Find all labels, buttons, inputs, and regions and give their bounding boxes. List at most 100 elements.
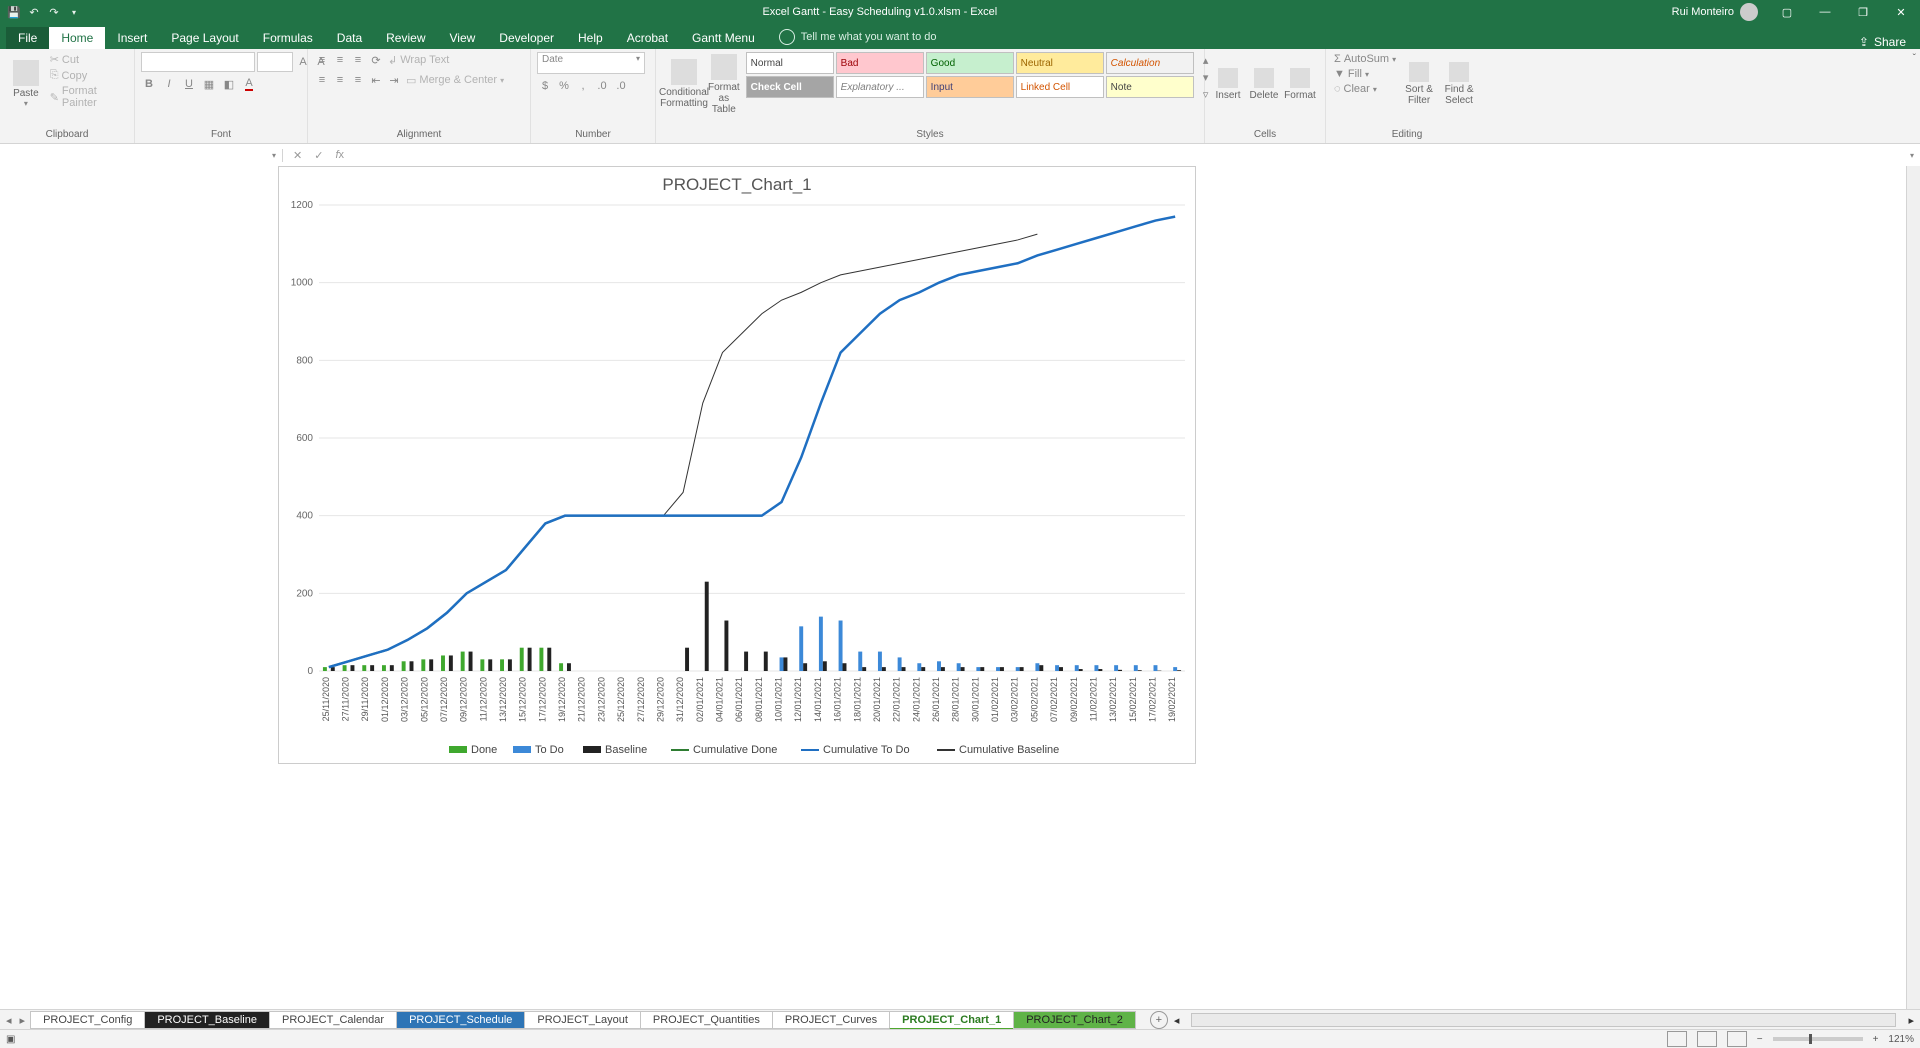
horizontal-scrollbar[interactable] [1191, 1013, 1896, 1027]
chart-object[interactable]: PROJECT_Chart_1 02004006008001000120025/… [278, 166, 1196, 764]
cell-style-normal[interactable]: Normal [746, 52, 834, 74]
macro-record-icon[interactable]: ▣ [6, 1034, 15, 1045]
page-layout-view-icon[interactable] [1697, 1031, 1717, 1047]
minimize-icon[interactable]: — [1806, 0, 1844, 24]
fill-button[interactable]: ▼Fill▾ [1332, 67, 1398, 81]
format-as-table-button[interactable]: Format as Table [708, 52, 740, 116]
format-cells-button[interactable]: Format [1283, 52, 1317, 116]
tab-formulas[interactable]: Formulas [251, 27, 325, 49]
align-center-icon[interactable]: ≡ [332, 72, 348, 88]
font-family-dropdown[interactable] [141, 52, 255, 72]
new-sheet-button[interactable]: + [1150, 1011, 1168, 1029]
percent-format-icon[interactable]: % [556, 78, 572, 94]
fx-icon[interactable]: fx [335, 149, 344, 161]
decrease-indent-icon[interactable]: ⇤ [368, 72, 384, 88]
cell-style-note[interactable]: Note [1106, 76, 1194, 98]
font-color-button[interactable]: A [241, 76, 257, 92]
cell-style-good[interactable]: Good [926, 52, 1014, 74]
cell-style-input[interactable]: Input [926, 76, 1014, 98]
zoom-level[interactable]: 121% [1888, 1034, 1914, 1045]
bold-button[interactable]: B [141, 76, 157, 92]
redo-icon[interactable]: ↷ [44, 2, 64, 22]
sheet-tab-layout[interactable]: PROJECT_Layout [524, 1011, 640, 1029]
underline-button[interactable]: U [181, 76, 197, 92]
expand-formula-bar-icon[interactable]: ▾ [1910, 151, 1920, 160]
scroll-left-icon[interactable]: ◂ [1174, 1014, 1180, 1027]
fill-color-button[interactable]: ◧ [221, 76, 237, 92]
increase-indent-icon[interactable]: ⇥ [386, 72, 402, 88]
save-icon[interactable]: 💾 [4, 2, 24, 22]
italic-button[interactable]: I [161, 76, 177, 92]
cell-style-linked-cell[interactable]: Linked Cell [1016, 76, 1104, 98]
sheet-tab-schedule[interactable]: PROJECT_Schedule [396, 1011, 525, 1029]
prev-sheet-icon[interactable]: ◂ [6, 1014, 12, 1027]
sheet-tab-chart-1[interactable]: PROJECT_Chart_1 [889, 1011, 1014, 1030]
tab-view[interactable]: View [438, 27, 488, 49]
clear-button[interactable]: ◌Clear▾ [1332, 82, 1398, 96]
copy-button[interactable]: ⎘Copy [48, 68, 128, 83]
decrease-decimal-icon[interactable]: .0 [613, 78, 629, 94]
tab-data[interactable]: Data [325, 27, 374, 49]
sheet-tab-calendar[interactable]: PROJECT_Calendar [269, 1011, 397, 1029]
wrap-text-button[interactable]: ↲Wrap Text [386, 53, 451, 68]
insert-cells-button[interactable]: Insert [1211, 52, 1245, 116]
align-bottom-icon[interactable]: ≡ [350, 52, 366, 68]
normal-view-icon[interactable] [1667, 1031, 1687, 1047]
cancel-formula-icon[interactable]: ✕ [293, 149, 302, 162]
align-middle-icon[interactable]: ≡ [332, 52, 348, 68]
close-icon[interactable]: ✕ [1882, 0, 1920, 24]
orientation-icon[interactable]: ⟳ [368, 52, 384, 68]
page-break-view-icon[interactable] [1727, 1031, 1747, 1047]
name-box[interactable]: ▾ [0, 149, 283, 162]
sheet-tab-baseline[interactable]: PROJECT_Baseline [144, 1011, 270, 1029]
scroll-right-icon[interactable]: ▸ [1908, 1014, 1914, 1027]
sheet-tab-quantities[interactable]: PROJECT_Quantities [640, 1011, 773, 1029]
formula-bar-input[interactable] [354, 153, 1910, 157]
worksheet-area[interactable]: PROJECT_Chart_1 02004006008001000120025/… [0, 166, 1920, 1010]
tab-gantt-menu[interactable]: Gantt Menu [680, 27, 767, 49]
account-user[interactable]: Rui Monteiro [1672, 3, 1758, 21]
cell-style-neutral[interactable]: Neutral [1016, 52, 1104, 74]
conditional-formatting-button[interactable]: Conditional Formatting [662, 52, 706, 116]
sheet-tab-config[interactable]: PROJECT_Config [30, 1011, 145, 1029]
accounting-format-icon[interactable]: $ [537, 78, 553, 94]
cell-style-bad[interactable]: Bad [836, 52, 924, 74]
find-select-button[interactable]: Find & Select [1440, 52, 1478, 116]
zoom-in-icon[interactable]: + [1873, 1034, 1879, 1045]
delete-cells-button[interactable]: Delete [1247, 52, 1281, 116]
ribbon-display-options-icon[interactable]: ▢ [1768, 0, 1806, 24]
sort-filter-button[interactable]: Sort & Filter [1400, 52, 1438, 116]
cut-button[interactable]: ✂Cut [48, 52, 128, 67]
number-format-dropdown[interactable]: Date▾ [537, 52, 645, 74]
cell-style-check-cell[interactable]: Check Cell [746, 76, 834, 98]
cell-style-calculation[interactable]: Calculation [1106, 52, 1194, 74]
align-top-icon[interactable]: ≡ [314, 52, 330, 68]
tab-review[interactable]: Review [374, 27, 437, 49]
enter-formula-icon[interactable]: ✓ [314, 149, 323, 162]
font-size-dropdown[interactable] [257, 52, 293, 72]
vertical-scrollbar[interactable] [1906, 166, 1920, 1010]
cell-style-explanatory[interactable]: Explanatory ... [836, 76, 924, 98]
sheet-tab-chart-2[interactable]: PROJECT_Chart_2 [1013, 1011, 1136, 1029]
align-right-icon[interactable]: ≡ [350, 72, 366, 88]
zoom-out-icon[interactable]: − [1757, 1034, 1763, 1045]
increase-decimal-icon[interactable]: .0 [594, 78, 610, 94]
tab-home[interactable]: Home [49, 27, 105, 49]
merge-center-button[interactable]: ▭Merge & Center▾ [404, 73, 506, 88]
tab-insert[interactable]: Insert [105, 27, 159, 49]
next-sheet-icon[interactable]: ▸ [20, 1014, 26, 1027]
format-painter-button[interactable]: ✎Format Painter [48, 84, 128, 110]
name-box-dropdown-icon[interactable]: ▾ [272, 151, 276, 160]
share-button[interactable]: ⇪ Share [1859, 35, 1906, 49]
comma-format-icon[interactable]: , [575, 78, 591, 94]
collapse-ribbon-icon[interactable]: ˇ [1913, 53, 1916, 64]
tab-page-layout[interactable]: Page Layout [159, 27, 250, 49]
sheet-tab-curves[interactable]: PROJECT_Curves [772, 1011, 890, 1029]
tell-me-search[interactable]: Tell me what you want to do [779, 25, 937, 49]
qat-customize-icon[interactable]: ▾ [64, 2, 84, 22]
tab-file[interactable]: File [6, 27, 49, 49]
zoom-slider[interactable] [1773, 1037, 1863, 1041]
autosum-button[interactable]: ΣAutoSum▾ [1332, 52, 1398, 66]
paste-button[interactable]: Paste ▾ [6, 52, 46, 116]
undo-icon[interactable]: ↶ [24, 2, 44, 22]
